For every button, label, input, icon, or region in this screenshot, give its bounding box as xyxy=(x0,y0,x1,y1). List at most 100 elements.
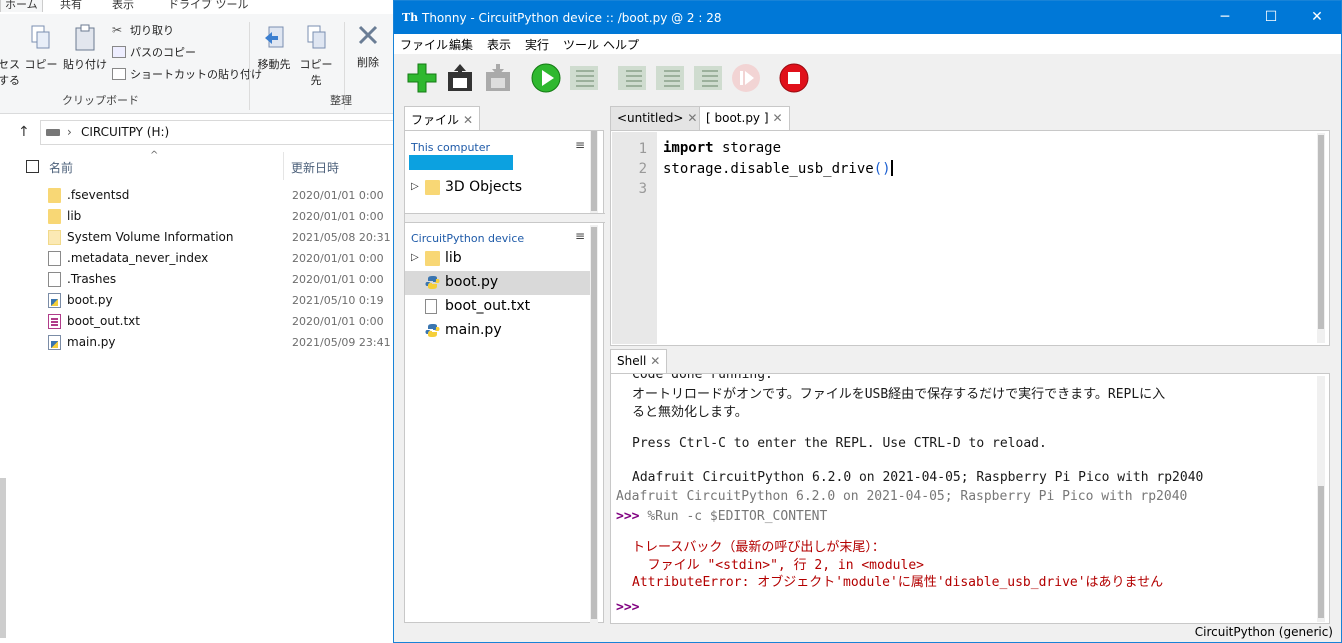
tab-boot-py[interactable]: [ boot.py ] ✕ xyxy=(699,106,790,130)
paste-shortcut-button[interactable]: ショートカットの貼り付け xyxy=(112,66,262,82)
file-explorer-window: ホーム 共有 表示 ドライブ ツール セス する コピー 貼り付け ✂ 切り取り… xyxy=(0,0,393,643)
file-row[interactable]: boot.py 2021/05/10 0:19 xyxy=(0,290,393,311)
step-into-icon xyxy=(656,66,684,90)
quick-access-label: セス xyxy=(0,58,20,71)
file-name: System Volume Information xyxy=(67,230,234,244)
device-scrollbar[interactable] xyxy=(590,225,598,623)
up-arrow-icon[interactable]: ↑ xyxy=(18,124,30,140)
this-computer-path-bar[interactable] xyxy=(409,155,513,170)
code-text: storage xyxy=(713,140,782,156)
menu-run[interactable]: 実行 xyxy=(525,36,549,53)
file-row[interactable]: .Trashes 2020/01/01 0:00 xyxy=(0,269,393,290)
scroll-thumb[interactable] xyxy=(1318,135,1324,329)
new-file-button[interactable] xyxy=(406,62,438,94)
file-row[interactable]: .metadata_never_index 2020/01/01 0:00 xyxy=(0,248,393,269)
window-title: Thonny - CircuitPython device :: /boot.p… xyxy=(422,11,722,25)
maximize-button[interactable]: ☐ xyxy=(1248,1,1294,34)
close-button[interactable]: ✕ xyxy=(1294,1,1340,34)
quick-access-button[interactable]: セス する xyxy=(0,56,20,88)
paste-button[interactable]: 貼り付け xyxy=(62,24,108,72)
editor-scrollbar[interactable] xyxy=(1317,133,1325,343)
paren-close: ) xyxy=(882,161,891,177)
resume-button[interactable] xyxy=(730,62,762,94)
shell-scrollbar[interactable] xyxy=(1317,376,1325,622)
breadcrumb[interactable]: CIRCUITPY (H:) xyxy=(81,125,169,139)
column-name[interactable]: 名前 xyxy=(49,159,73,176)
open-file-button[interactable] xyxy=(444,62,476,94)
tree-item-boot-out-txt[interactable]: boot_out.txt xyxy=(405,295,591,319)
ribbon-tab-view[interactable]: 表示 xyxy=(112,0,134,12)
address-bar[interactable]: › CIRCUITPY (H:) xyxy=(40,120,393,145)
title-bar[interactable]: Th Thonny - CircuitPython device :: /boo… xyxy=(394,1,1341,34)
ribbon-tab-drive-tools[interactable]: ドライブ ツール xyxy=(168,0,249,12)
column-date[interactable]: 更新日時 xyxy=(291,159,339,176)
scroll-thumb[interactable] xyxy=(1318,486,1324,618)
tree-item-lib[interactable]: ▷ lib xyxy=(405,247,591,271)
debug-button[interactable] xyxy=(568,62,600,94)
expand-triangle-icon[interactable]: ▷ xyxy=(411,252,419,263)
step-into-button[interactable] xyxy=(654,62,686,94)
tab-shell[interactable]: Shell ✕ xyxy=(610,349,668,373)
copy-path-button[interactable]: パスのコピー xyxy=(112,44,196,60)
copy-label: コピー xyxy=(24,58,58,71)
copy-button[interactable]: コピー xyxy=(24,24,58,72)
scroll-thumb[interactable] xyxy=(591,227,597,619)
file-name: lib xyxy=(67,209,82,223)
text-file-icon xyxy=(425,299,437,314)
hamburger-icon[interactable]: ≡ xyxy=(575,229,585,243)
file-row[interactable]: lib 2020/01/01 0:00 xyxy=(0,206,393,227)
delete-button[interactable]: 削除 xyxy=(348,22,388,70)
ribbon: セス する コピー 貼り付け ✂ 切り取り パスのコピー ショートカットの貼り付… xyxy=(0,14,393,114)
text-file-icon xyxy=(48,314,61,329)
tab-files[interactable]: ファイル ✕ xyxy=(404,106,481,130)
folder-icon xyxy=(48,188,61,203)
run-button[interactable] xyxy=(530,62,562,94)
menu-file[interactable]: ファイル xyxy=(400,36,448,53)
column-divider[interactable] xyxy=(283,152,284,180)
explorer-scrollbar[interactable] xyxy=(0,478,6,638)
copy-to-button[interactable]: コピー先 xyxy=(296,24,336,88)
file-row[interactable]: System Volume Information 2021/05/08 20:… xyxy=(0,227,393,248)
scroll-thumb[interactable] xyxy=(591,131,597,211)
close-icon[interactable]: ✕ xyxy=(773,111,783,125)
menu-edit[interactable]: 編集 xyxy=(449,36,473,53)
minimize-button[interactable]: ─ xyxy=(1202,1,1248,34)
file-row[interactable]: main.py 2021/05/09 23:41 xyxy=(0,332,393,353)
menu-help[interactable]: ヘルプ xyxy=(603,36,639,53)
hamburger-icon[interactable]: ≡ xyxy=(575,138,585,152)
close-icon[interactable]: ✕ xyxy=(463,113,473,127)
save-button[interactable] xyxy=(482,62,514,94)
tree-item-main-py[interactable]: main.py xyxy=(405,319,591,343)
select-all-checkbox[interactable] xyxy=(26,160,39,173)
shell-prompt[interactable]: >>> xyxy=(616,600,639,615)
file-row[interactable]: .fseventsd 2020/01/01 0:00 xyxy=(0,185,393,206)
cut-button[interactable]: ✂ 切り取り xyxy=(112,22,174,38)
file-name: main.py xyxy=(67,335,116,349)
copy-icon xyxy=(31,25,50,49)
move-to-button[interactable]: 移動先 xyxy=(254,24,294,72)
tree-item-3d-objects[interactable]: ▷ 3D Objects xyxy=(405,176,591,200)
menu-tools[interactable]: ツール xyxy=(563,36,599,53)
shell-console[interactable]: Code done running. オートリロードがオンです。ファイルをUSB… xyxy=(610,373,1330,624)
step-out-button[interactable] xyxy=(692,62,724,94)
step-over-button[interactable] xyxy=(616,62,648,94)
stop-button[interactable] xyxy=(778,62,810,94)
tab-untitled[interactable]: <untitled> ✕ xyxy=(610,106,705,130)
ribbon-tab-home[interactable]: ホーム xyxy=(0,0,43,12)
folder-icon xyxy=(425,251,440,266)
interpreter-status[interactable]: CircuitPython (generic) xyxy=(1195,625,1333,639)
file-date: 2020/01/01 0:00 xyxy=(292,273,384,286)
section-divider[interactable] xyxy=(405,213,605,223)
file-row[interactable]: boot_out.txt 2020/01/01 0:00 xyxy=(0,311,393,332)
ribbon-tab-share[interactable]: 共有 xyxy=(60,0,82,12)
expand-triangle-icon[interactable]: ▷ xyxy=(411,181,419,192)
close-icon[interactable]: ✕ xyxy=(650,354,660,368)
menu-view[interactable]: 表示 xyxy=(487,36,511,53)
python-file-icon xyxy=(48,335,61,350)
code-editor[interactable]: 1 2 3 import storage storage.disable_usb… xyxy=(610,130,1330,346)
tree-label: 3D Objects xyxy=(445,179,523,195)
close-icon[interactable]: ✕ xyxy=(687,111,697,125)
tree-item-boot-py[interactable]: boot.py xyxy=(405,271,591,295)
code-line-1: import storage xyxy=(663,140,781,156)
this-computer-scrollbar[interactable] xyxy=(590,131,598,213)
